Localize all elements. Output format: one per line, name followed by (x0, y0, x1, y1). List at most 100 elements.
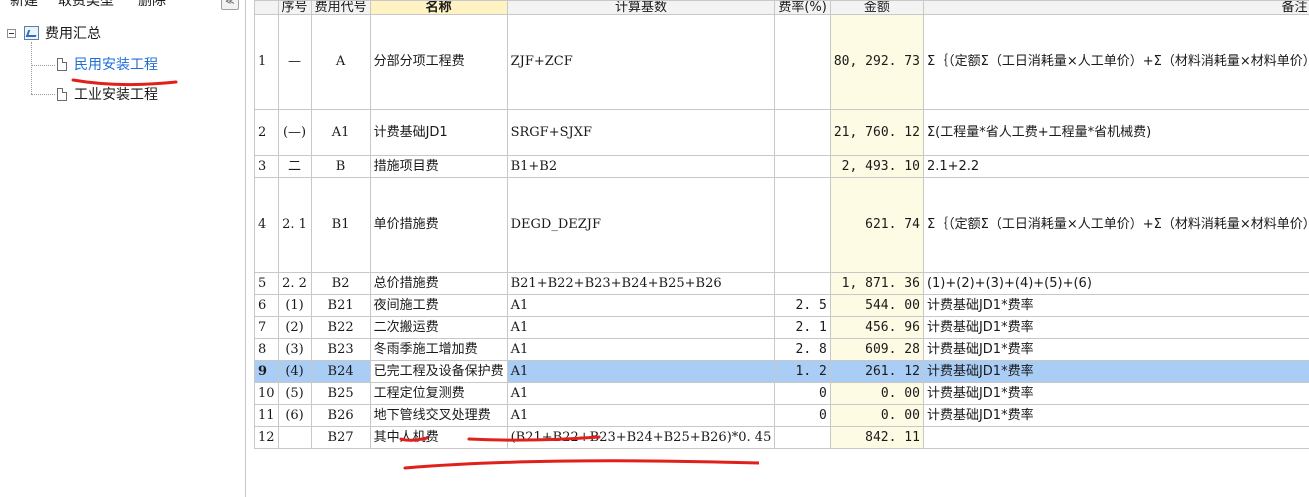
amount-cell[interactable]: 261. 12 (829, 360, 924, 383)
header-name[interactable]: 名称 (369, 0, 508, 15)
rate-cell[interactable]: 0 (774, 382, 831, 405)
note-cell[interactable]: 计费基础JD1*费率 (922, 316, 1309, 339)
name-cell[interactable]: 总价措施费 (369, 272, 508, 295)
formula-cell[interactable]: A1 (506, 404, 776, 427)
table-row[interactable]: 8 (3) B23 冬雨季施工增加费 A1 2. 8 609. 28 计费基础JD1*费率 (254, 338, 1309, 361)
fee-type-button[interactable]: 取费类型 (58, 0, 114, 10)
row-index-cell[interactable]: 9 (254, 360, 279, 383)
name-cell[interactable]: 已完工程及设备保护费 (369, 360, 508, 383)
amount-cell[interactable]: 0. 00 (829, 382, 924, 405)
new-button[interactable]: 新建 (10, 0, 38, 10)
row-index-cell[interactable]: 8 (254, 338, 279, 361)
note-cell[interactable]: 2.1+2.2 (922, 155, 1309, 178)
row-index-cell[interactable]: 2 (254, 109, 279, 156)
seq-cell[interactable]: (6) (277, 404, 312, 427)
amount-cell[interactable]: 456. 96 (829, 316, 924, 339)
seq-cell[interactable]: (2) (277, 316, 312, 339)
amount-cell[interactable]: 621. 74 (829, 177, 924, 273)
header-seq[interactable]: 序号 (277, 0, 312, 15)
collapse-node-icon[interactable] (7, 29, 16, 38)
note-cell[interactable]: Σ(工程量*省人工费+工程量*省机械费) (922, 109, 1309, 156)
tree-item-industrial-install[interactable]: 工业安装工程 (0, 84, 240, 106)
table-row[interactable]: 10 (5) B25 工程定位复测费 A1 0 0. 00 计费基础JD1*费率 (254, 382, 1309, 405)
delete-button[interactable]: 删除 (138, 0, 166, 10)
code-cell[interactable]: B2 (310, 272, 371, 295)
code-cell[interactable]: B (310, 155, 371, 178)
table-row[interactable]: 5 2. 2 B2 总价措施费 B21+B22+B23+B24+B25+B26 1, 87… (254, 272, 1309, 295)
rate-cell[interactable] (774, 155, 831, 178)
header-code[interactable]: 费用代号 (310, 0, 371, 15)
formula-cell[interactable]: A1 (506, 294, 776, 317)
formula-cell[interactable]: DEGD_DEZJF (506, 177, 776, 273)
rate-cell[interactable] (774, 272, 831, 295)
table-row[interactable]: 11 (6) B26 地下管线交叉处理费 A1 0 0. 00 计费基础JD1*费率 (254, 404, 1309, 427)
row-index-cell[interactable]: 11 (254, 404, 279, 427)
table-row[interactable]: 9 (4) B24 已完工程及设备保护费 A1 1. 2 261. 12 计费基础JD1*费率 (254, 360, 1309, 383)
code-cell[interactable]: B24 (310, 360, 371, 383)
code-cell[interactable]: B22 (310, 316, 371, 339)
header-amount[interactable]: 金额 (829, 0, 924, 15)
table-row[interactable]: 12 B27 其中人机费 (B21+B22+B23+B24+B25+B26)*0. 4… (254, 426, 1309, 449)
header-rate[interactable]: 费率(%) (774, 0, 831, 15)
note-cell[interactable]: 计费基础JD1*费率 (922, 294, 1309, 317)
code-cell[interactable]: B25 (310, 382, 371, 405)
formula-cell[interactable]: B21+B22+B23+B24+B25+B26 (506, 272, 776, 295)
seq-cell[interactable]: 2. 2 (277, 272, 312, 295)
note-cell[interactable]: Σ｛（定额Σ（工日消耗量×人工单价）+Σ（材料消耗量×材料单价）+Σ（机械台班消… (922, 177, 1309, 273)
amount-cell[interactable]: 609. 28 (829, 338, 924, 361)
note-cell[interactable]: 计费基础JD1*费率 (922, 404, 1309, 427)
seq-cell[interactable]: (1) (277, 294, 312, 317)
formula-cell[interactable]: B1+B2 (506, 155, 776, 178)
table-row[interactable]: 7 (2) B22 二次搬运费 A1 2. 1 456. 96 计费基础JD1*费率 (254, 316, 1309, 339)
row-index-cell[interactable]: 3 (254, 155, 279, 178)
note-cell[interactable]: 计费基础JD1*费率 (922, 338, 1309, 361)
table-row[interactable]: 2 (—) A1 计费基础JD1 SRGF+SJXF 21, 760. 12 Σ(工程量*省… (254, 109, 1309, 156)
row-index-cell[interactable]: 5 (254, 272, 279, 295)
rate-cell[interactable]: 2. 1 (774, 316, 831, 339)
note-cell[interactable]: (1)+(2)+(3)+(4)+(5)+(6) (922, 272, 1309, 295)
seq-cell[interactable]: (—) (277, 109, 312, 156)
header-formula[interactable]: 计算基数 (506, 0, 776, 15)
table-row[interactable]: 4 2. 1 B1 单价措施费 DEGD_DEZJF 621. 74 Σ｛（定额Σ（工日消耗… (254, 177, 1309, 273)
formula-cell[interactable]: ZJF+ZCF (506, 14, 776, 110)
amount-cell[interactable]: 842. 11 (829, 426, 924, 449)
row-index-cell[interactable]: 7 (254, 316, 279, 339)
seq-cell[interactable]: — (277, 14, 312, 110)
rate-cell[interactable]: 2. 5 (774, 294, 831, 317)
rate-cell[interactable] (774, 426, 831, 449)
formula-cell[interactable]: A1 (506, 316, 776, 339)
rate-cell[interactable]: 1. 2 (774, 360, 831, 383)
row-index-cell[interactable]: 6 (254, 294, 279, 317)
formula-cell[interactable]: (B21+B22+B23+B24+B25+B26)*0. 45 (506, 426, 776, 449)
formula-cell[interactable]: A1 (506, 382, 776, 405)
row-index-cell[interactable]: 1 (254, 14, 279, 110)
table-row[interactable]: 1— A 分部分项工程费 ZJF+ZCF 80, 292. 73 Σ｛（定额Σ（工日消耗量… (254, 14, 1309, 110)
name-cell[interactable]: 其中人机费 (369, 426, 508, 449)
note-cell[interactable]: Σ｛（定额Σ（工日消耗量×人工单价）+Σ（材料消耗量×材料单价）+Σ（机械台班消… (922, 14, 1309, 110)
note-cell[interactable]: 计费基础JD1*费率 (922, 382, 1309, 405)
table-row[interactable]: 6 (1) B21 夜间施工费 A1 2. 5 544. 00 计费基础JD1*费率 (254, 294, 1309, 317)
seq-cell[interactable]: (3) (277, 338, 312, 361)
seq-cell[interactable]: 2. 1 (277, 177, 312, 273)
rate-cell[interactable] (774, 177, 831, 273)
seq-cell[interactable]: 二 (277, 155, 312, 178)
rate-cell[interactable]: 2. 8 (774, 338, 831, 361)
collapse-panel-button[interactable]: ≪ (221, 0, 239, 10)
amount-cell[interactable]: 2, 493. 10 (829, 155, 924, 178)
amount-cell[interactable]: 80, 292. 73 (829, 14, 924, 110)
name-cell[interactable]: 计费基础JD1 (369, 109, 508, 156)
code-cell[interactable]: B21 (310, 294, 371, 317)
name-cell[interactable]: 分部分项工程费 (369, 14, 508, 110)
tree-item-civil-install[interactable]: 民用安装工程 (0, 54, 240, 76)
row-index-cell[interactable]: 10 (254, 382, 279, 405)
amount-cell[interactable]: 0. 00 (829, 404, 924, 427)
row-index-cell[interactable]: 12 (254, 426, 279, 449)
code-cell[interactable]: A (310, 14, 371, 110)
note-cell[interactable] (922, 426, 1309, 449)
name-cell[interactable]: 工程定位复测费 (369, 382, 508, 405)
name-cell[interactable]: 冬雨季施工增加费 (369, 338, 508, 361)
amount-cell[interactable]: 1, 871. 36 (829, 272, 924, 295)
header-note[interactable]: 备注 (922, 0, 1309, 15)
name-cell[interactable]: 措施项目费 (369, 155, 508, 178)
code-cell[interactable]: A1 (310, 109, 371, 156)
